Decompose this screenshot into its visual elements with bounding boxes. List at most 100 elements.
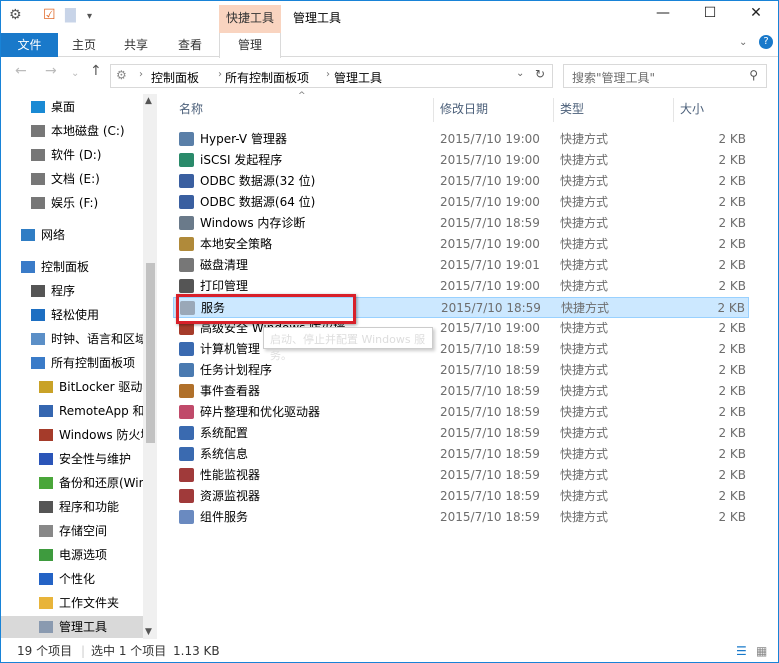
search-input[interactable]: 搜索"管理工具" ⚲ xyxy=(563,64,767,88)
column-name[interactable]: 名称 xyxy=(179,98,203,122)
file-name: 本地安全策略 xyxy=(200,237,273,251)
tab-view[interactable]: 查看 xyxy=(167,33,213,57)
nav-item[interactable]: 存储空间 xyxy=(39,520,107,542)
navigation-pane: 桌面 本地磁盘 (C:) 软件 (D:) 文档 (E:) 娱乐 (F:) 网络 控制面板 程序… xyxy=(1,94,157,639)
shortcut-icon xyxy=(179,384,194,398)
nav-item[interactable]: 控制面板 xyxy=(21,256,89,278)
file-row[interactable]: Windows 内存诊断 2015/7/10 18:59 快捷方式 2 KB xyxy=(173,213,749,234)
nav-item-icon xyxy=(39,597,53,609)
file-row[interactable]: 系统信息 2015/7/10 18:59 快捷方式 2 KB xyxy=(173,444,749,465)
properties-icon[interactable]: ☑ xyxy=(43,7,56,23)
tab-home[interactable]: 主页 xyxy=(61,33,107,57)
up-button[interactable]: ↑ xyxy=(90,63,102,89)
nav-item-label: 时钟、语言和区域 xyxy=(51,332,148,346)
nav-item[interactable]: 工作文件夹 xyxy=(39,592,119,614)
column-divider[interactable] xyxy=(673,98,674,122)
column-divider[interactable] xyxy=(553,98,554,122)
file-row[interactable]: 磁盘清理 2015/7/10 19:01 快捷方式 2 KB xyxy=(173,255,749,276)
file-date: 2015/7/10 19:01 xyxy=(440,258,540,272)
nav-item[interactable]: 网络 xyxy=(21,224,65,246)
scroll-up-icon[interactable]: ▲ xyxy=(145,96,152,106)
nav-item[interactable]: 娱乐 (F:) xyxy=(31,192,98,214)
nav-item[interactable]: 本地磁盘 (C:) xyxy=(31,120,125,142)
file-row[interactable]: iSCSI 发起程序 2015/7/10 19:00 快捷方式 2 KB xyxy=(173,150,749,171)
file-type: 快捷方式 xyxy=(560,363,609,377)
forward-button[interactable]: → xyxy=(45,63,57,89)
customize-quick-access-icon[interactable]: ▾ xyxy=(87,11,92,22)
tab-share[interactable]: 共享 xyxy=(113,33,159,57)
nav-item[interactable]: 所有控制面板项 xyxy=(31,352,135,374)
column-date[interactable]: 修改日期 xyxy=(440,98,488,122)
nav-item-label: Windows 防火墙 xyxy=(59,428,153,442)
tab-manage[interactable]: 管理 xyxy=(219,33,281,58)
scrollbar-thumb[interactable] xyxy=(146,263,155,443)
help-icon[interactable]: ? xyxy=(759,35,773,49)
nav-item[interactable]: Windows 防火墙 xyxy=(39,424,152,446)
expand-ribbon-icon[interactable]: ⌄ xyxy=(739,37,747,48)
nav-item[interactable]: 程序 xyxy=(31,280,75,302)
back-button[interactable]: ← xyxy=(15,63,27,89)
tab-file[interactable]: 文件 xyxy=(1,33,58,57)
details-view-icon[interactable]: ☰ xyxy=(736,640,747,662)
file-size: 2 KB xyxy=(718,279,746,293)
recent-locations-icon[interactable]: ⌄ xyxy=(71,68,79,94)
search-placeholder: 搜索"管理工具" xyxy=(572,71,656,85)
file-name: 任务计划程序 xyxy=(200,363,273,377)
status-bar: 19 个项目 | 选中 1 个项目 1.13 KB ☰ ▦ xyxy=(1,640,778,662)
breadcrumb-all-items[interactable]: 所有控制面板项 xyxy=(225,69,309,86)
selected-size: 1.13 KB xyxy=(173,644,220,658)
column-divider[interactable] xyxy=(433,98,434,122)
column-type[interactable]: 类型 xyxy=(560,98,584,122)
selected-count: 选中 1 个项目 xyxy=(91,644,167,658)
nav-item[interactable]: 个性化 xyxy=(39,568,95,590)
shortcut-icon xyxy=(179,447,194,461)
address-dropdown-icon[interactable]: ⌄ xyxy=(516,68,524,79)
breadcrumb-control-panel[interactable]: 控制面板 xyxy=(151,69,199,86)
nav-item-icon xyxy=(31,125,45,137)
nav-item[interactable]: BitLocker 驱动器加密 xyxy=(39,376,157,398)
file-row[interactable]: 性能监视器 2015/7/10 18:59 快捷方式 2 KB xyxy=(173,465,749,486)
file-row[interactable]: 本地安全策略 2015/7/10 19:00 快捷方式 2 KB xyxy=(173,234,749,255)
nav-item[interactable]: 桌面 xyxy=(31,96,75,118)
nav-item[interactable]: 电源选项 xyxy=(39,544,107,566)
file-row[interactable]: 系统配置 2015/7/10 18:59 快捷方式 2 KB xyxy=(173,423,749,444)
scroll-down-icon[interactable]: ▼ xyxy=(145,627,152,637)
file-row[interactable]: 资源监视器 2015/7/10 18:59 快捷方式 2 KB xyxy=(173,486,749,507)
nav-item[interactable]: 软件 (D:) xyxy=(31,144,101,166)
nav-item[interactable]: 时钟、语言和区域 xyxy=(31,328,147,350)
nav-item-icon xyxy=(39,453,53,465)
new-folder-icon[interactable]: ▇ xyxy=(65,7,76,23)
file-type: 快捷方式 xyxy=(560,153,609,167)
file-row[interactable]: 组件服务 2015/7/10 18:59 快捷方式 2 KB xyxy=(173,507,749,528)
file-row[interactable]: 计算机管理 2015/7/10 18:59 快捷方式 2 KB xyxy=(173,339,749,360)
file-date: 2015/7/10 18:59 xyxy=(440,426,540,440)
file-date: 2015/7/10 18:59 xyxy=(440,216,540,230)
file-row[interactable]: 任务计划程序 2015/7/10 18:59 快捷方式 2 KB xyxy=(173,360,749,381)
admin-tools-icon: ⚙ xyxy=(116,68,127,82)
file-row[interactable]: 碎片整理和优化驱动器 2015/7/10 18:59 快捷方式 2 KB xyxy=(173,402,749,423)
file-row[interactable]: Hyper-V 管理器 2015/7/10 19:00 快捷方式 2 KB xyxy=(173,129,749,150)
breadcrumb-admin-tools[interactable]: 管理工具 xyxy=(334,69,382,86)
file-row[interactable]: ODBC 数据源(64 位) 2015/7/10 19:00 快捷方式 2 KB xyxy=(173,192,749,213)
nav-item[interactable]: 安全性与维护 xyxy=(39,448,131,470)
file-row[interactable]: 事件查看器 2015/7/10 18:59 快捷方式 2 KB xyxy=(173,381,749,402)
nav-item-icon xyxy=(39,573,53,585)
nav-item[interactable]: 程序和功能 xyxy=(39,496,119,518)
file-row[interactable]: ODBC 数据源(32 位) 2015/7/10 19:00 快捷方式 2 KB xyxy=(173,171,749,192)
chevron-right-icon: › xyxy=(326,69,330,80)
nav-item[interactable]: 轻松使用 xyxy=(31,304,99,326)
refresh-icon[interactable]: ↻ xyxy=(535,67,545,81)
close-button[interactable]: ✕ xyxy=(741,5,771,21)
maximize-button[interactable]: ☐ xyxy=(695,5,725,21)
nav-item[interactable]: RemoteApp 和桌面连接 xyxy=(39,400,157,422)
address-bar[interactable]: ⚙ › 控制面板 › 所有控制面板项 › 管理工具 ⌄ ↻ xyxy=(110,64,553,88)
column-size[interactable]: 大小 xyxy=(680,98,704,122)
shortcut-icon xyxy=(179,405,194,419)
nav-item[interactable]: 备份和还原(Windows 7) xyxy=(39,472,157,494)
large-icons-view-icon[interactable]: ▦ xyxy=(756,640,767,662)
nav-item[interactable]: 管理工具 xyxy=(1,616,143,638)
explorer-window: ⚙ ☑ ▇ ▾ 快捷工具 管理工具 — ☐ ✕ 文件 主页 共享 查看 管理 ⌄… xyxy=(0,0,779,663)
minimize-button[interactable]: — xyxy=(648,5,678,21)
nav-item-icon xyxy=(39,405,53,417)
nav-item[interactable]: 文档 (E:) xyxy=(31,168,100,190)
